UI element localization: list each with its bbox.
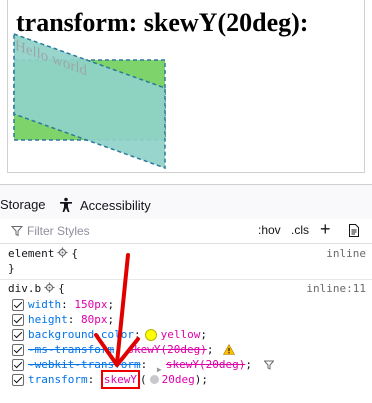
tab-accessibility-label: Accessibility [80, 197, 151, 213]
property-value[interactable]: 80px [81, 312, 108, 327]
tab-storage[interactable]: Storage [0, 197, 46, 212]
property-value[interactable]: skewY(20deg) [166, 357, 245, 372]
gear-icon[interactable] [44, 282, 55, 293]
declaration-transform: transform: skewY(20deg); [12, 370, 208, 389]
cls-button[interactable]: .cls [291, 223, 309, 237]
rule-selector: element [8, 247, 55, 260]
highlighted-function-name: skewY [100, 370, 140, 389]
expand-arrow-icon[interactable]: ▶ [157, 362, 163, 374]
declaration-checkbox[interactable] [12, 298, 24, 311]
accessibility-icon [60, 197, 72, 212]
declaration-background-color: background-color: yellow; [12, 327, 207, 342]
property-name[interactable]: background-color [28, 327, 134, 342]
transform-function-name[interactable]: skewY [104, 373, 137, 386]
color-swatch[interactable] [144, 328, 157, 341]
declaration-webkit-transform: -webkit-transform: ▶ skewY(20deg); [12, 357, 274, 374]
rule-source[interactable]: inline:11 [306, 281, 366, 296]
declaration-height: height: 80px; [12, 312, 114, 327]
tab-accessibility[interactable]: Accessibility [58, 197, 151, 213]
property-value[interactable]: skewY(20deg) [127, 342, 206, 357]
property-value[interactable]: 150px [74, 297, 107, 312]
rule-divider [0, 279, 372, 280]
rule-close-brace: } [8, 262, 15, 275]
page-preview: transform: skewY(20deg): Hello world [0, 0, 372, 184]
rule-divb-selector-line: div.b { [8, 281, 65, 296]
hov-button[interactable]: :hov [258, 223, 281, 237]
filter-styles-input[interactable] [27, 222, 247, 240]
property-value[interactable]: yellow [161, 327, 201, 342]
transform-function-argument[interactable]: 20deg [162, 372, 195, 387]
filter-icon [11, 226, 23, 237]
property-name[interactable]: width [28, 297, 61, 312]
add-rule-button[interactable]: + [320, 219, 331, 240]
rule-open-brace: { [58, 282, 65, 295]
declaration-checkbox[interactable] [12, 343, 24, 356]
declaration-checkbox[interactable] [12, 313, 24, 326]
property-name[interactable]: -ms-transform [28, 342, 114, 357]
property-name[interactable]: transform [28, 372, 88, 387]
warning-icon[interactable] [223, 344, 236, 355]
devtools-panel: Storage Accessibility :hov .cls + elemen… [0, 184, 372, 403]
declaration-ms-transform: -ms-transform: skewY(20deg); [12, 342, 236, 357]
rule-selector: div.b [8, 282, 42, 295]
print-media-icon[interactable] [349, 224, 359, 237]
filter-rules-icon[interactable] [263, 360, 274, 370]
property-name[interactable]: height [28, 312, 68, 327]
rule-open-brace: { [71, 247, 78, 260]
declaration-checkbox[interactable] [12, 328, 24, 341]
skewed-box-graphic: Hello world [13, 32, 166, 170]
angle-swatch-icon[interactable] [149, 375, 159, 384]
rule-source[interactable]: inline [326, 246, 366, 261]
declaration-checkbox[interactable] [12, 358, 24, 371]
rule-element-selector-line: element { [8, 246, 78, 261]
declaration-width: width: 150px; [12, 297, 114, 312]
styles-filter-bar: :hov .cls + [0, 219, 372, 244]
gear-icon[interactable] [57, 247, 68, 258]
declaration-checkbox[interactable] [12, 373, 24, 386]
